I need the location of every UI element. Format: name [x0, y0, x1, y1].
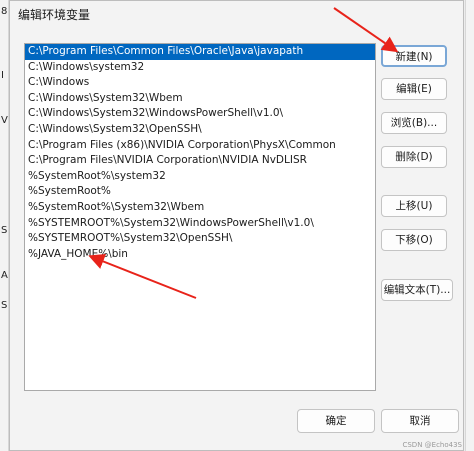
ok-button[interactable]: 确定: [297, 409, 375, 433]
path-list-item[interactable]: %SYSTEMROOT%\System32\WindowsPowerShell\…: [25, 216, 375, 232]
new-button[interactable]: 新建(N): [381, 45, 447, 67]
path-list-item[interactable]: %SystemRoot%: [25, 184, 375, 200]
edit-button[interactable]: 编辑(E): [381, 78, 447, 100]
path-list-item[interactable]: C:\Windows\system32: [25, 60, 375, 76]
dialog-title: 编辑环境变量: [10, 1, 463, 29]
delete-button[interactable]: 删除(D): [381, 146, 447, 168]
path-list-item[interactable]: %JAVA_HOME%\bin: [25, 247, 375, 263]
path-list-item[interactable]: C:\Windows\System32\OpenSSH\: [25, 122, 375, 138]
path-list-item[interactable]: %SystemRoot%\System32\Wbem: [25, 200, 375, 216]
cancel-button[interactable]: 取消: [381, 409, 459, 433]
background-window-right-edge: [465, 0, 474, 451]
move-down-button[interactable]: 下移(O): [381, 229, 447, 251]
browse-button[interactable]: 浏览(B)...: [381, 112, 447, 134]
path-list-item[interactable]: C:\Program Files\NVIDIA Corporation\NVID…: [25, 153, 375, 169]
path-list-item[interactable]: C:\Windows: [25, 75, 375, 91]
watermark: CSDN @Echo43S: [402, 441, 462, 449]
edit-text-button[interactable]: 编辑文本(T)...: [381, 279, 453, 301]
path-list-item[interactable]: C:\Program Files (x86)\NVIDIA Corporatio…: [25, 138, 375, 154]
path-list-item[interactable]: C:\Windows\System32\WindowsPowerShell\v1…: [25, 106, 375, 122]
background-window-left-edge: 8IV SAS: [0, 0, 9, 451]
path-list-item[interactable]: %SYSTEMROOT%\System32\OpenSSH\: [25, 231, 375, 247]
path-list-item[interactable]: C:\Program Files\Common Files\Oracle\Jav…: [25, 44, 375, 60]
path-list-item[interactable]: %SystemRoot%\system32: [25, 169, 375, 185]
path-list[interactable]: C:\Program Files\Common Files\Oracle\Jav…: [24, 43, 376, 391]
path-list-item[interactable]: C:\Windows\System32\Wbem: [25, 91, 375, 107]
edit-environment-variable-dialog: 编辑环境变量 C:\Program Files\Common Files\Ora…: [9, 0, 464, 451]
move-up-button[interactable]: 上移(U): [381, 195, 447, 217]
